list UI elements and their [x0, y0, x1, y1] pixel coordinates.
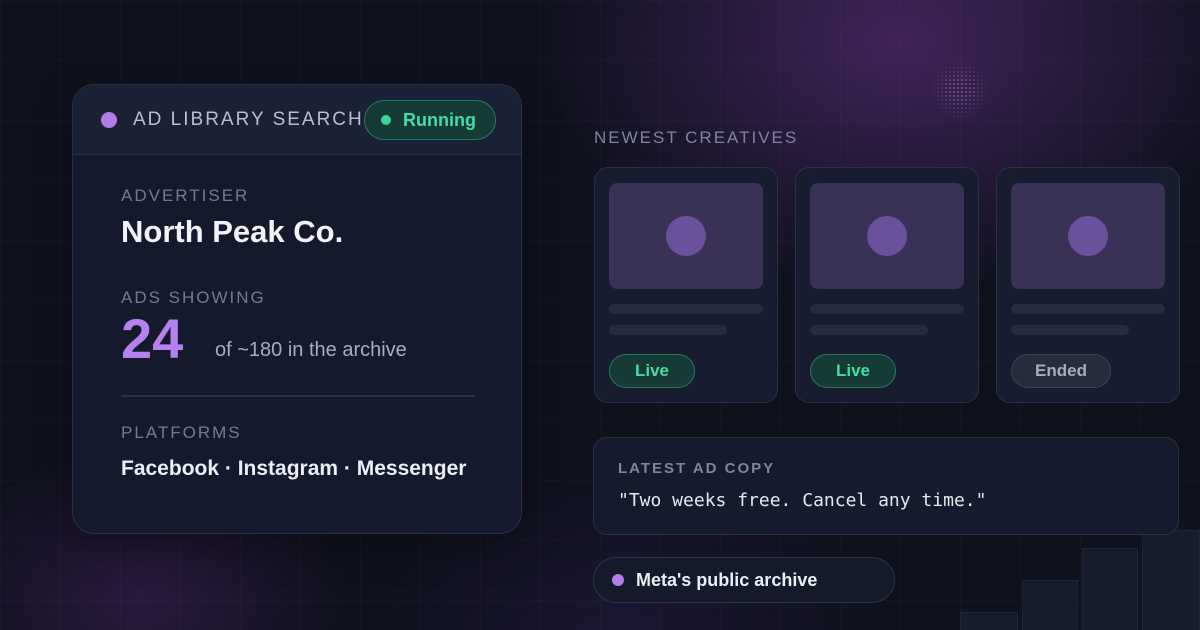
advertiser-label: ADVERTISER: [121, 186, 250, 205]
decorative-bar: [960, 612, 1018, 630]
search-card-header: AD LIBRARY SEARCH Running: [73, 85, 521, 155]
creative-card[interactable]: Live: [594, 167, 778, 403]
ads-count: 24: [121, 307, 184, 370]
running-status-label: Running: [403, 109, 476, 130]
source-label: Meta's public archive: [636, 569, 818, 590]
platforms-list: Facebook · Instagram · Messenger: [121, 457, 467, 480]
status-dot-icon: [101, 112, 117, 128]
image-placeholder-icon: [666, 216, 706, 256]
text-placeholder-line: [1011, 325, 1129, 335]
advertiser-name: North Peak Co.: [121, 214, 344, 249]
latest-ad-copy-text: "Two weeks free. Cancel any time.": [618, 490, 987, 511]
creative-thumbnail: [1011, 183, 1165, 289]
image-placeholder-icon: [1068, 216, 1108, 256]
creative-thumbnail: [609, 183, 763, 289]
text-placeholder-line: [810, 304, 964, 314]
running-dot-icon: [381, 115, 391, 125]
creative-status-badge: Live: [609, 354, 695, 388]
ads-showing-label: ADS SHOWING: [121, 288, 266, 307]
source-dot-icon: [612, 574, 624, 586]
newest-creatives-label: NEWEST CREATIVES: [594, 128, 799, 147]
decorative-bars: [960, 530, 1200, 630]
source-badge: Meta's public archive: [593, 557, 895, 603]
ads-total-text: of ~180 in the archive: [215, 339, 407, 361]
decorative-bar: [1082, 548, 1138, 630]
ad-library-search-card: AD LIBRARY SEARCH Running ADVERTISER Nor…: [72, 84, 522, 534]
creative-status-badge: Ended: [1011, 354, 1111, 388]
running-status-badge: Running: [364, 100, 496, 140]
latest-ad-copy-card: LATEST AD COPY "Two weeks free. Cancel a…: [593, 437, 1179, 535]
search-card-title: AD LIBRARY SEARCH: [133, 109, 364, 130]
text-placeholder-line: [609, 325, 727, 335]
decorative-bar: [1142, 530, 1200, 630]
creative-thumbnail: [810, 183, 964, 289]
text-placeholder-line: [609, 304, 763, 314]
creative-card[interactable]: Live: [795, 167, 979, 403]
image-placeholder-icon: [867, 216, 907, 256]
text-placeholder-line: [1011, 304, 1165, 314]
card-divider: [121, 395, 475, 397]
sparkle-decoration: [932, 58, 988, 122]
decorative-bar: [1022, 580, 1078, 630]
creative-status-badge: Live: [810, 354, 896, 388]
platforms-label: PLATFORMS: [121, 423, 242, 442]
latest-ad-copy-label: LATEST AD COPY: [618, 460, 776, 477]
text-placeholder-line: [810, 325, 928, 335]
creative-card[interactable]: Ended: [996, 167, 1180, 403]
